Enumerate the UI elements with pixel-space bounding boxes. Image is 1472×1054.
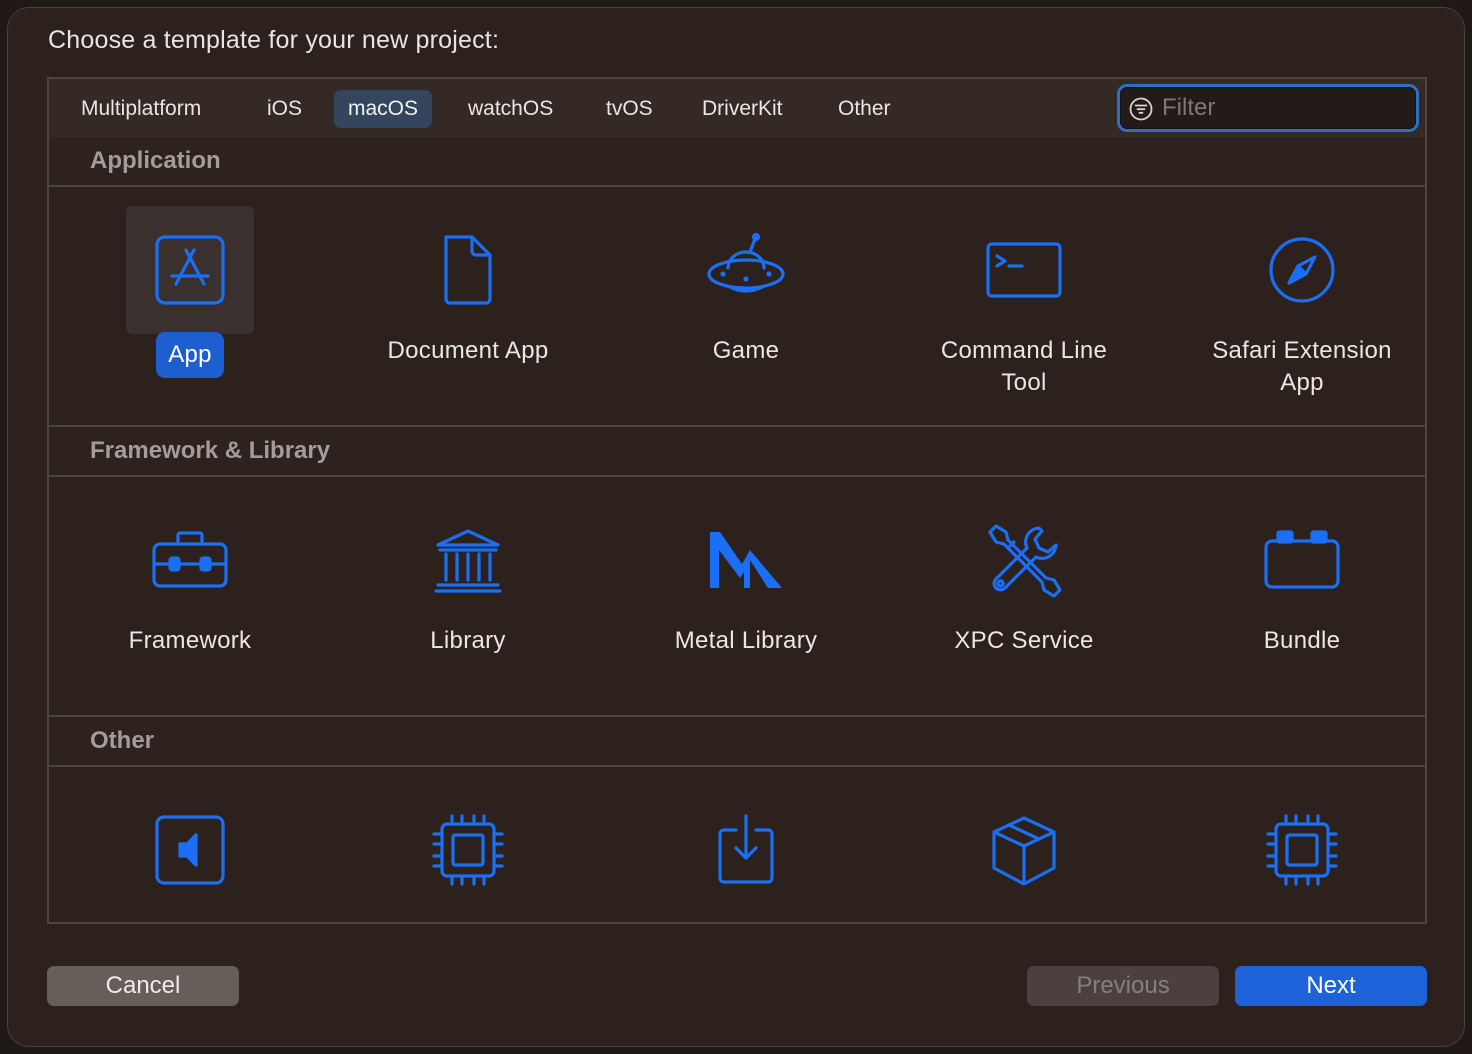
template-game[interactable]: Game [616, 197, 876, 417]
section-title-application: Application [90, 147, 221, 174]
section-header-other: Other [49, 717, 1425, 767]
template-label-framework: Framework [128, 627, 252, 654]
section-header-application: Application [49, 137, 1425, 187]
template-other-1[interactable] [60, 777, 320, 917]
section-title-other: Other [90, 727, 155, 754]
app-store-icon [155, 235, 225, 305]
filter-field[interactable] [1117, 84, 1419, 132]
chip-icon [432, 814, 504, 886]
bundle-icon [1264, 530, 1340, 589]
wrench-screwdriver-icon [988, 524, 1062, 598]
platform-tab-bar: Multiplatform iOS macOS watchOS tvOS Dri… [49, 79, 1425, 139]
template-xpc-service[interactable]: XPC Service [894, 487, 1154, 707]
template-command-line-tool[interactable]: Command Line Tool [894, 197, 1154, 417]
template-metal-library[interactable]: Metal Library [616, 487, 876, 707]
template-other-2[interactable] [338, 777, 598, 917]
tab-tvos[interactable]: tvOS [592, 90, 667, 128]
tab-watchos[interactable]: watchOS [454, 90, 567, 128]
speaker-icon [155, 815, 225, 885]
template-other-4[interactable] [894, 777, 1154, 917]
tab-macos[interactable]: macOS [334, 90, 433, 128]
template-label-game: Game [712, 337, 780, 364]
package-icon [992, 816, 1056, 886]
terminal-icon [986, 242, 1062, 298]
template-bundle[interactable]: Bundle [1172, 487, 1432, 707]
template-label-command-line-tool: Command Line Tool [940, 337, 1108, 396]
template-label-document-app: Document App [387, 337, 549, 364]
building-columns-icon [434, 529, 502, 593]
tab-ios[interactable]: iOS [253, 90, 316, 128]
template-library[interactable]: Library [338, 487, 598, 707]
next-button[interactable]: Next [1235, 966, 1427, 1006]
tab-other[interactable]: Other [824, 90, 905, 128]
download-tray-icon [718, 814, 774, 884]
ufo-icon [707, 232, 785, 293]
document-icon [444, 235, 492, 305]
template-label-app: App [156, 332, 224, 378]
sheet-prompt: Choose a template for your new project: [48, 26, 500, 54]
previous-button[interactable]: Previous [1027, 966, 1219, 1006]
template-document-app[interactable]: Document App [338, 197, 598, 417]
tab-driverkit[interactable]: DriverKit [688, 90, 797, 128]
template-label-library: Library [430, 627, 506, 654]
filter-input[interactable] [1162, 93, 1402, 123]
compass-icon [1269, 237, 1335, 303]
template-label-bundle: Bundle [1263, 627, 1341, 654]
template-app[interactable]: App [60, 197, 320, 417]
template-panel: Multiplatform iOS macOS watchOS tvOS Dri… [47, 77, 1427, 924]
template-other-5[interactable] [1172, 777, 1432, 917]
metal-icon [710, 532, 782, 588]
tab-multiplatform[interactable]: Multiplatform [67, 90, 215, 128]
chip-icon [1266, 814, 1338, 886]
new-project-sheet: Choose a template for your new project: … [7, 7, 1465, 1047]
template-other-3[interactable] [616, 777, 876, 917]
filter-icon [1129, 97, 1153, 121]
section-header-framework-library: Framework & Library [49, 427, 1425, 477]
toolbox-icon [152, 531, 228, 588]
cancel-button[interactable]: Cancel [47, 966, 239, 1006]
template-label-xpc-service: XPC Service [954, 627, 1094, 654]
template-label-safari-extension-app: Safari Extension App [1212, 337, 1392, 396]
template-safari-extension-app[interactable]: Safari Extension App [1172, 197, 1432, 417]
section-title-framework-library: Framework & Library [90, 437, 331, 464]
template-label-metal-library: Metal Library [674, 627, 818, 654]
template-framework[interactable]: Framework [60, 487, 320, 707]
